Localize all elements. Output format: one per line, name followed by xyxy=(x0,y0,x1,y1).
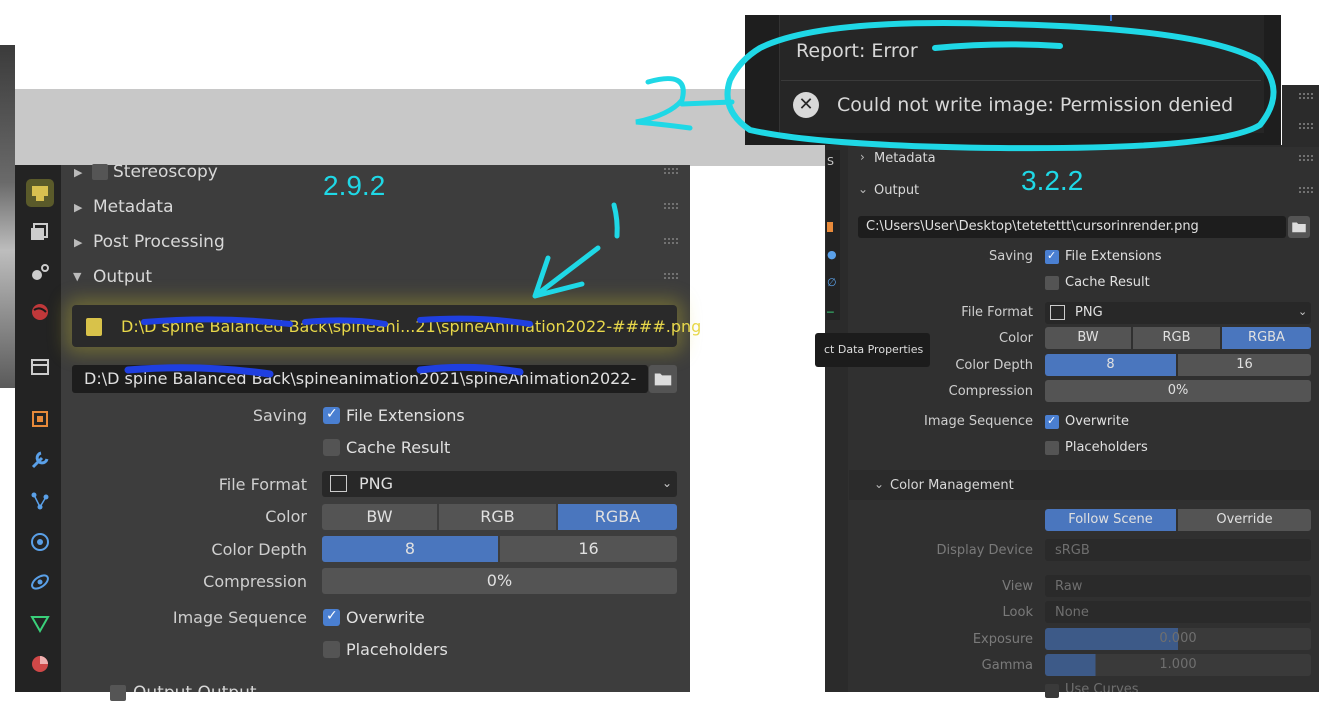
annotation-marker-1 xyxy=(611,202,620,239)
annotation-arrow xyxy=(532,245,601,299)
annotation-connector xyxy=(679,99,735,107)
annotation-strokes xyxy=(532,20,1277,299)
annotation-underline xyxy=(932,41,1063,51)
